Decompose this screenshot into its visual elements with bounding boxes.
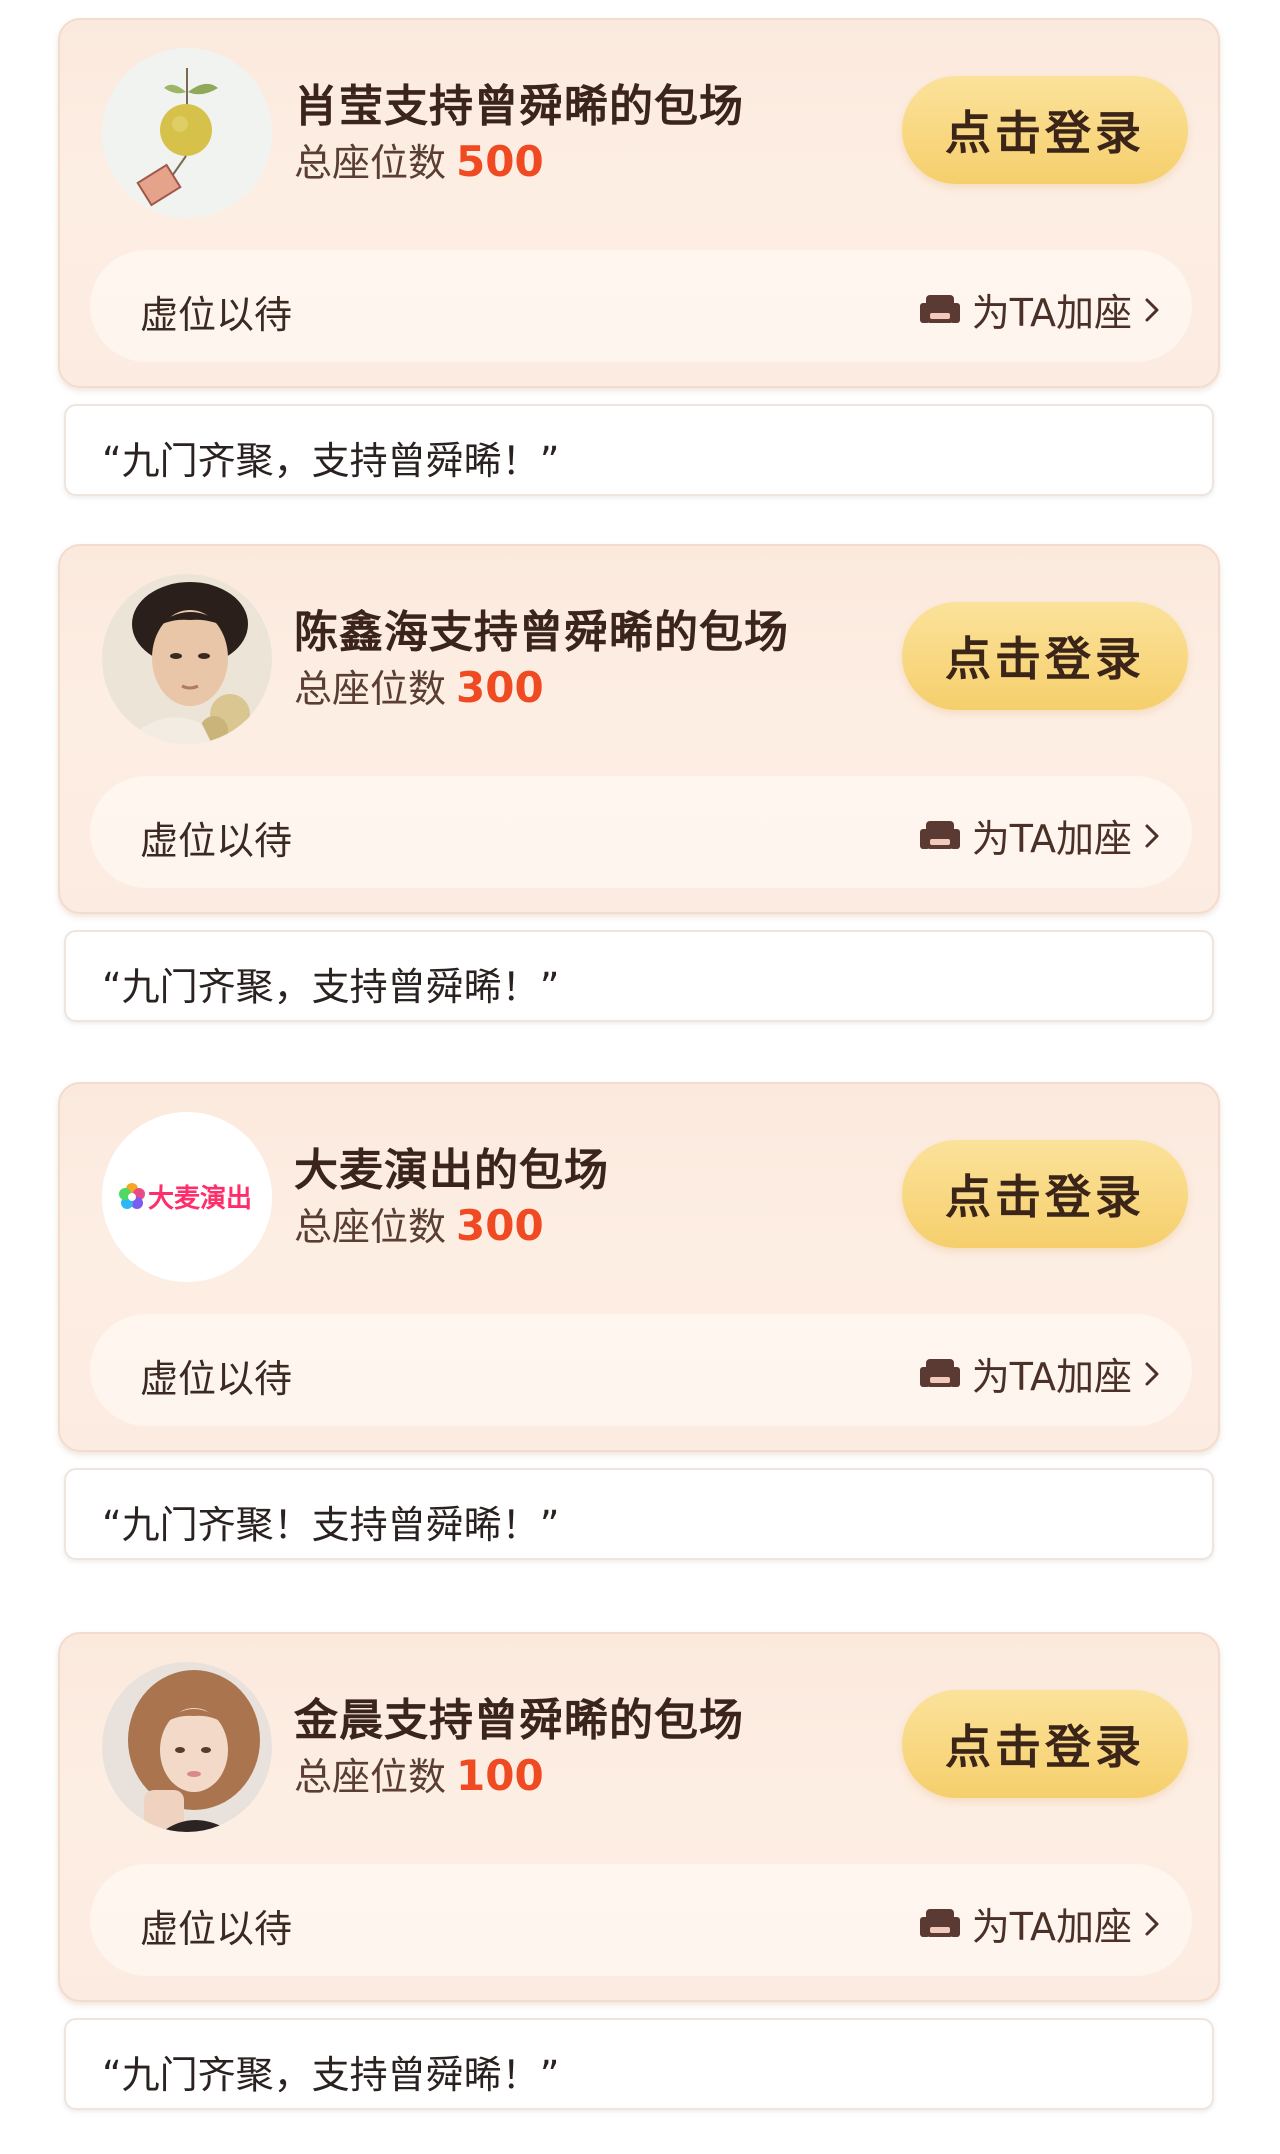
support-message-box: “九门齐聚，支持曾舜晞！” xyxy=(64,2018,1214,2110)
total-seats: 总座位数 500 xyxy=(294,132,544,187)
chevron-right-icon xyxy=(1145,298,1159,321)
add-seat-link[interactable]: 为TA加座 xyxy=(919,1896,1162,1951)
waiting-text: 虚位以待 xyxy=(140,819,293,863)
sofa-icon xyxy=(919,820,960,849)
chevron-right-icon xyxy=(1145,824,1159,847)
login-button[interactable]: 点击登录 xyxy=(902,76,1188,184)
avatar[interactable] xyxy=(102,48,272,218)
waiting-bar: 虚位以待 为TA加座 xyxy=(90,250,1192,362)
support-message: “九门齐聚！支持曾舜晞！” xyxy=(102,1503,560,1547)
seats-count: 300 xyxy=(456,1201,544,1250)
chevron-right-icon xyxy=(1145,1362,1159,1385)
add-seat-link[interactable]: 为TA加座 xyxy=(919,808,1162,863)
venue-title: 陈鑫海支持曾舜晞的包场 xyxy=(294,607,789,658)
venue-card: 陈鑫海支持曾舜晞的包场 总座位数 300 点击登录 虚位以待 为TA加座 xyxy=(58,544,1220,914)
support-message: “九门齐聚，支持曾舜晞！” xyxy=(102,439,560,483)
seats-count: 300 xyxy=(456,663,544,712)
damai-logo-text: 大麦演出 xyxy=(148,1184,253,1214)
login-button[interactable]: 点击登录 xyxy=(902,602,1188,710)
support-message-box: “九门齐聚，支持曾舜晞！” xyxy=(64,930,1214,1022)
login-button[interactable]: 点击登录 xyxy=(902,1690,1188,1798)
venue-title: 金晨支持曾舜晞的包场 xyxy=(294,1695,744,1746)
sofa-icon xyxy=(919,1908,960,1937)
login-button[interactable]: 点击登录 xyxy=(902,1140,1188,1248)
add-seat-link[interactable]: 为TA加座 xyxy=(919,282,1162,337)
waiting-bar: 虚位以待 为TA加座 xyxy=(90,1314,1192,1426)
venue-card: 大麦演出 大麦演出的包场 总座位数 300 点击登录 虚位以待 为TA加座 xyxy=(58,1082,1220,1452)
avatar[interactable] xyxy=(102,574,272,744)
venue-title: 大麦演出的包场 xyxy=(294,1145,609,1196)
add-seat-label: 为TA加座 xyxy=(971,291,1132,335)
sofa-icon xyxy=(919,294,960,323)
venue-title: 肖莹支持曾舜晞的包场 xyxy=(294,81,744,132)
avatar[interactable]: 大麦演出 xyxy=(102,1112,272,1282)
add-seat-label: 为TA加座 xyxy=(971,817,1132,861)
chevron-right-icon xyxy=(1145,1912,1159,1935)
waiting-text: 虚位以待 xyxy=(140,1357,293,1401)
add-seat-label: 为TA加座 xyxy=(971,1905,1132,1949)
seats-count: 100 xyxy=(456,1751,544,1800)
venue-card: 金晨支持曾舜晞的包场 总座位数 100 点击登录 虚位以待 为TA加座 xyxy=(58,1632,1220,2002)
waiting-bar: 虚位以待 为TA加座 xyxy=(90,1864,1192,1976)
total-seats: 总座位数 100 xyxy=(294,1746,544,1801)
waiting-text: 虚位以待 xyxy=(140,293,293,337)
venue-card: 肖莹支持曾舜晞的包场 总座位数 500 点击登录 虚位以待 为TA加座 xyxy=(58,18,1220,388)
total-seats: 总座位数 300 xyxy=(294,658,544,713)
add-seat-link[interactable]: 为TA加座 xyxy=(919,1346,1162,1401)
support-message: “九门齐聚，支持曾舜晞！” xyxy=(102,965,560,1009)
seats-count: 500 xyxy=(456,137,544,186)
support-message-box: “九门齐聚，支持曾舜晞！” xyxy=(64,404,1214,496)
total-seats: 总座位数 300 xyxy=(294,1196,544,1251)
sofa-icon xyxy=(919,1358,960,1387)
seats-label: 总座位数 xyxy=(294,667,447,711)
waiting-text: 虚位以待 xyxy=(140,1907,293,1951)
seats-label: 总座位数 xyxy=(294,1205,447,1249)
avatar[interactable] xyxy=(102,1662,272,1832)
waiting-bar: 虚位以待 为TA加座 xyxy=(90,776,1192,888)
female-portrait-avatar xyxy=(102,1662,272,1832)
support-message-box: “九门齐聚！支持曾舜晞！” xyxy=(64,1468,1214,1560)
add-seat-label: 为TA加座 xyxy=(971,1355,1132,1399)
orange-wind-chime-icon xyxy=(102,48,272,218)
seats-label: 总座位数 xyxy=(294,1755,447,1799)
seats-label: 总座位数 xyxy=(294,141,447,185)
male-portrait-avatar xyxy=(102,574,272,744)
support-message: “九门齐聚，支持曾舜晞！” xyxy=(102,2053,560,2097)
